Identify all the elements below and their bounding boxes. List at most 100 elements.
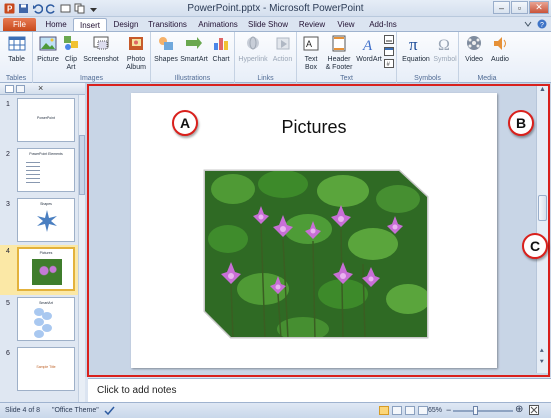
hyperlink-button[interactable]: Hyperlink (237, 35, 269, 64)
notes-placeholder[interactable]: Click to add notes (97, 385, 177, 396)
svg-text:π: π (409, 35, 418, 52)
audio-icon (494, 37, 506, 50)
picture-thumbnail (32, 259, 62, 285)
hyperlink-icon (247, 36, 259, 50)
minimize-ribbon-icon[interactable] (523, 19, 533, 31)
date-time-icon[interactable] (384, 47, 394, 56)
close-button[interactable]: ✕ (529, 1, 549, 14)
group-label-illustrations: Illustrations (174, 75, 211, 82)
svg-text:Ω: Ω (438, 37, 450, 52)
tab-review[interactable]: Review (298, 18, 326, 31)
group-label-images: Images (80, 75, 103, 82)
slide-thumbnail[interactable]: 2 PowerPoint Elements (0, 148, 78, 194)
tab-design[interactable]: Design (110, 18, 142, 31)
close-pane-icon[interactable]: × (38, 83, 43, 93)
screenshot-icon (93, 36, 109, 50)
theme-name: "Office Theme" (52, 407, 99, 414)
slides-pane-scrollbar[interactable] (78, 95, 85, 402)
picture-button[interactable]: Picture (35, 35, 61, 64)
outline-tab[interactable] (16, 85, 25, 93)
tab-file[interactable]: File (3, 18, 36, 31)
tab-slide-show[interactable]: Slide Show (246, 18, 290, 31)
text-box-icon: A (303, 36, 319, 51)
star-shape-icon (37, 210, 57, 232)
photo-album-icon (129, 37, 143, 50)
screenshot-button[interactable]: Screenshot (82, 35, 120, 64)
slide-thumbnail[interactable]: 5 SmartArt (0, 297, 78, 343)
audio-button[interactable]: Audio (488, 35, 512, 64)
callout-a: A (172, 110, 198, 136)
clip-art-icon (64, 36, 78, 50)
group-links: Hyperlink Action Links (235, 32, 297, 83)
slides-pane: × 1 PowerPoint 2 PowerPoint Elements 3 S… (0, 83, 85, 402)
slide-thumbnail[interactable]: 6 Sample Title (0, 347, 78, 393)
zoom-level[interactable]: 65% (428, 407, 442, 414)
group-images: Picture Clip Art Screenshot Photo Album … (33, 32, 151, 83)
clip-art-button[interactable]: Clip Art (62, 35, 80, 72)
video-button[interactable]: Video (461, 35, 487, 64)
wordart-icon: A (362, 38, 373, 54)
reading-view-button[interactable] (405, 406, 415, 415)
tab-add-ins[interactable]: Add-Ins (366, 18, 400, 31)
callout-c: C (522, 233, 548, 259)
header-footer-button[interactable]: Header & Footer (324, 35, 354, 72)
tab-animations[interactable]: Animations (196, 18, 240, 31)
zoom-slider[interactable] (453, 410, 513, 412)
smartart-button[interactable]: SmartArt (180, 35, 208, 64)
wordart-button[interactable]: A WordArt (355, 35, 383, 64)
highlight-box (87, 84, 550, 377)
group-illustrations: Shapes SmartArt Chart Illustrations (151, 32, 235, 83)
equation-button[interactable]: π Equation (399, 35, 433, 64)
slide-sorter-view-button[interactable] (392, 406, 402, 415)
zoom-in-icon[interactable]: ⊕ (515, 404, 523, 415)
group-symbols: π Equation Ω Symbol Symbols (397, 32, 459, 83)
spell-check-icon[interactable] (104, 406, 115, 418)
text-box-button[interactable]: A Text Box (299, 35, 323, 72)
tab-home[interactable]: Home (41, 18, 71, 31)
table-icon (8, 36, 25, 51)
group-label-links: Links (257, 75, 274, 82)
action-icon (276, 37, 289, 50)
slide-thumbnail-selected[interactable]: 4 Pictures (0, 245, 78, 295)
title-bar: P PowerPoint.pptx - Microsoft PowerPoint… (0, 0, 551, 17)
window-controls: – ▫ ✕ (493, 1, 549, 14)
minimize-button[interactable]: – (493, 1, 510, 14)
svg-text:A: A (306, 39, 312, 49)
picture-icon (39, 36, 57, 51)
group-label-tables: Tables (5, 75, 27, 82)
action-button[interactable]: Action (270, 35, 295, 64)
zoom-slider-thumb[interactable] (473, 406, 478, 415)
help-icon[interactable]: ? (537, 19, 547, 31)
shapes-icon (159, 37, 173, 50)
window-title: PowerPoint.pptx - Microsoft PowerPoint (187, 3, 364, 14)
slide-thumbnail[interactable]: 3 Shapes (0, 198, 78, 244)
symbol-icon: Ω (438, 37, 450, 54)
svg-text:A: A (362, 38, 373, 52)
notes-pane[interactable]: Click to add notes (88, 378, 551, 402)
chart-button[interactable]: Chart (209, 35, 233, 64)
photo-album-button[interactable]: Photo Album (122, 35, 150, 72)
maximize-button[interactable]: ▫ (511, 1, 528, 14)
zoom-out-icon[interactable]: − (446, 405, 451, 415)
normal-view-button[interactable] (379, 406, 389, 415)
table-button[interactable]: Table (3, 35, 30, 64)
header-footer-icon (332, 35, 346, 52)
smartart-icon (186, 37, 202, 49)
equation-icon: π (409, 35, 418, 54)
symbol-button[interactable]: Ω Symbol (433, 35, 457, 64)
status-bar: Slide 4 of 8 "Office Theme" 65% − ⊕ (0, 402, 551, 418)
group-label-symbols: Symbols (414, 75, 441, 82)
slide-show-view-button[interactable] (418, 406, 428, 415)
signature-line-icon[interactable] (384, 35, 394, 44)
slides-tab[interactable] (5, 85, 14, 93)
tab-view[interactable]: View (334, 18, 358, 31)
shapes-button[interactable]: Shapes (153, 35, 179, 64)
group-tables: Table Tables (0, 32, 33, 83)
chart-icon (214, 38, 228, 50)
tab-insert[interactable]: Insert (73, 18, 107, 31)
slide-number-icon[interactable]: # (384, 59, 394, 68)
slide-counter: Slide 4 of 8 (5, 407, 41, 414)
slide-thumbnail[interactable]: 1 PowerPoint (0, 98, 78, 144)
tab-transitions[interactable]: Transitions (146, 18, 189, 31)
fit-to-window-icon[interactable] (529, 405, 539, 417)
